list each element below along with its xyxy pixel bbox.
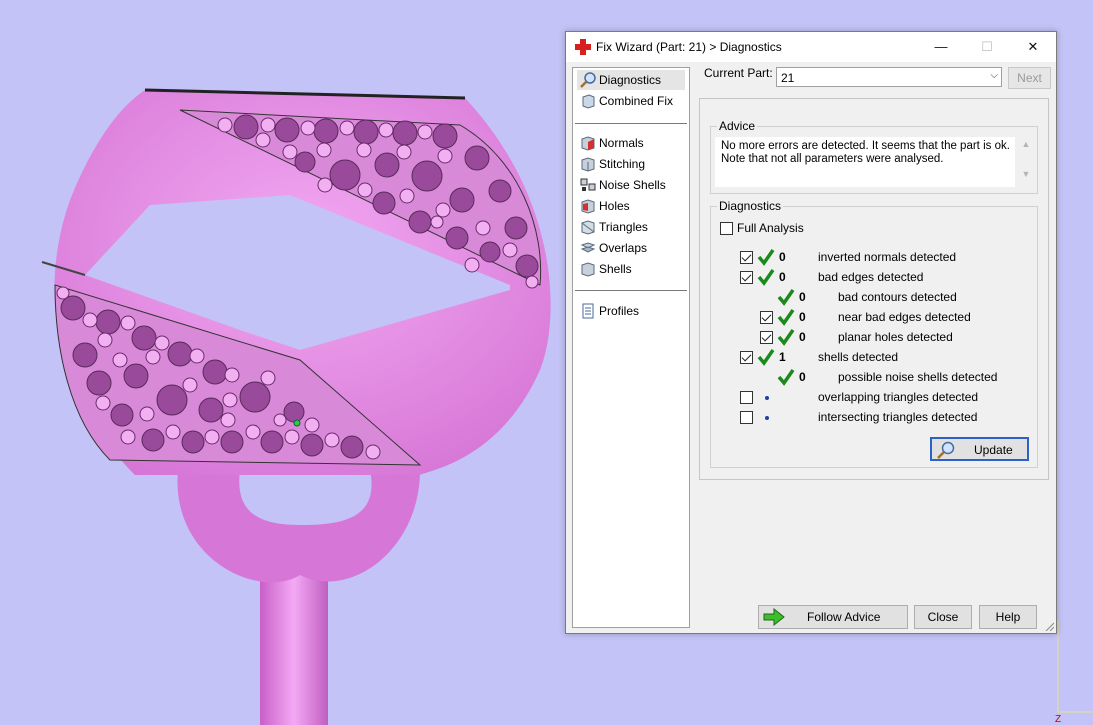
advice-scrollbar[interactable]: ▲ ▼ [1019, 139, 1033, 183]
full-analysis-checkbox[interactable] [720, 222, 733, 235]
shells-count: 1 [779, 350, 786, 364]
shells-label: shells detected [818, 350, 899, 364]
green-check-icon [777, 289, 795, 306]
update-button[interactable]: Update [930, 437, 1029, 461]
planar-holes-checkbox[interactable] [760, 331, 773, 344]
resize-grip-icon[interactable] [1044, 621, 1054, 631]
diagnostics-title: Diagnostics [717, 199, 784, 213]
bad-edges-count: 0 [779, 270, 786, 284]
bad-edges-label: bad edges detected [818, 270, 924, 284]
inverted-normals-checkbox[interactable] [740, 251, 753, 264]
intersecting-triangles-label: intersecting triangles detected [818, 410, 978, 424]
noise-shells-count: 0 [799, 370, 806, 384]
overlapping-triangles-checkbox[interactable] [740, 391, 753, 404]
green-arrow-icon [763, 608, 785, 626]
nav-item-combined-fix[interactable]: Combined Fix [577, 91, 685, 111]
minimize-button[interactable]: — [918, 32, 964, 62]
planar-holes-count: 0 [799, 330, 806, 344]
magnifier-icon [580, 72, 596, 88]
near-bad-edges-checkbox[interactable] [760, 311, 773, 324]
current-part-value: 21 [781, 71, 795, 85]
cube-icon [582, 94, 595, 109]
nav-item-stitching[interactable]: Stitching [577, 154, 685, 174]
help-button[interactable]: Help [979, 605, 1037, 629]
nav-item-triangles[interactable]: Triangles [577, 217, 685, 237]
fix-wizard-dialog: Fix Wizard (Part: 21) > Diagnostics — ☐ … [565, 31, 1057, 634]
nav-item-holes[interactable]: Holes [577, 196, 685, 216]
holes-cube-icon [581, 199, 595, 214]
stitching-cube-icon [581, 157, 595, 172]
shells-checkbox[interactable] [740, 351, 753, 364]
close-button[interactable]: Close [914, 605, 972, 629]
nav-item-profiles[interactable]: Profiles [577, 301, 685, 321]
close-window-button[interactable]: ✕ [1010, 32, 1056, 62]
triangles-icon [581, 220, 595, 235]
green-check-icon [757, 269, 775, 286]
advice-group: Advice No more errors are detected. It s… [710, 119, 1038, 194]
advice-text: No more errors are detected. It seems th… [715, 137, 1015, 187]
current-part-select[interactable]: 21 ⌵ [776, 67, 1002, 87]
green-check-icon [777, 369, 795, 386]
full-analysis-label: Full Analysis [737, 221, 804, 235]
red-cross-icon [575, 39, 591, 55]
nav-item-normals[interactable]: Normals [577, 133, 685, 153]
near-bad-edges-label: near bad edges detected [838, 310, 971, 324]
magnifier-icon [937, 441, 955, 459]
normals-cube-icon [581, 136, 595, 151]
wizard-nav: Diagnostics Combined Fix Normals Stitchi… [572, 67, 690, 628]
nav-item-shells[interactable]: Shells [577, 259, 685, 279]
green-check-icon [757, 349, 775, 366]
window-title: Fix Wizard (Part: 21) > Diagnostics [596, 40, 782, 54]
bad-contours-count: 0 [799, 290, 806, 304]
shells-cube-icon [581, 262, 595, 277]
green-check-icon [777, 309, 795, 326]
current-part-label: Current Part: [704, 66, 773, 80]
planar-holes-label: planar holes detected [838, 330, 953, 344]
inverted-normals-count: 0 [779, 250, 786, 264]
green-check-icon [777, 329, 795, 346]
diagnostics-panel: Advice No more errors are detected. It s… [699, 98, 1049, 480]
bad-edges-checkbox[interactable] [740, 271, 753, 284]
advice-title: Advice [717, 119, 758, 133]
near-bad-edges-count: 0 [799, 310, 806, 324]
pending-dot-icon [765, 416, 769, 420]
maximize-button[interactable]: ☐ [964, 32, 1010, 62]
next-button[interactable]: Next [1008, 67, 1051, 89]
chevron-down-icon: ⌵ [990, 70, 998, 81]
green-check-icon [757, 249, 775, 266]
nav-item-overlaps[interactable]: Overlaps [577, 238, 685, 258]
title-bar[interactable]: Fix Wizard (Part: 21) > Diagnostics — ☐ … [566, 32, 1056, 62]
diagnostics-group: Diagnostics Full Analysis 0 inverted nor… [710, 199, 1038, 468]
noise-shells-icon [580, 178, 596, 191]
svg-text:Z: Z [1055, 714, 1061, 725]
document-icon [582, 303, 594, 319]
follow-advice-button[interactable]: Follow Advice [758, 605, 908, 629]
nav-separator [575, 123, 687, 124]
noise-shells-label: possible noise shells detected [838, 370, 998, 384]
overlapping-triangles-label: overlapping triangles detected [818, 390, 979, 404]
inverted-normals-label: inverted normals detected [818, 250, 957, 264]
pending-dot-icon [765, 396, 769, 400]
nav-separator [575, 290, 687, 291]
intersecting-triangles-checkbox[interactable] [740, 411, 753, 424]
bad-contours-label: bad contours detected [838, 290, 957, 304]
overlaps-icon [580, 242, 596, 253]
nav-item-diagnostics[interactable]: Diagnostics [577, 70, 685, 90]
nav-item-noise-shells[interactable]: Noise Shells [577, 175, 685, 195]
